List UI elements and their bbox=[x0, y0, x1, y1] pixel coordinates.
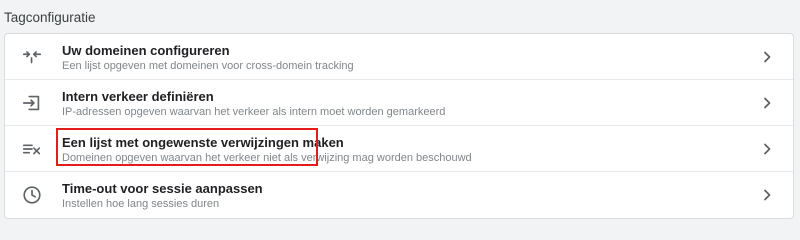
row-description: Domeinen opgeven waarvan het verkeer nie… bbox=[62, 152, 472, 164]
row-title: Intern verkeer definiëren bbox=[62, 89, 214, 104]
row-description: Een lijst opgeven met domeinen voor cros… bbox=[62, 60, 354, 72]
chevron-right-icon[interactable] bbox=[759, 187, 775, 203]
chevron-right-icon[interactable] bbox=[759, 95, 775, 111]
tag-configuration-page: Tagconfiguratie Uw domeinen configureren… bbox=[0, 0, 800, 228]
row-title: Uw domeinen configureren bbox=[62, 43, 230, 58]
row-session-timeout[interactable]: Time-out voor sessie aanpassen Instellen… bbox=[5, 172, 793, 218]
row-define-internal-traffic[interactable]: Intern verkeer definiëren IP-adressen op… bbox=[5, 80, 793, 126]
row-configure-domains[interactable]: Uw domeinen configureren Een lijst opgev… bbox=[5, 34, 793, 80]
row-title: Time-out voor sessie aanpassen bbox=[62, 181, 263, 196]
chevron-right-icon[interactable] bbox=[759, 49, 775, 65]
list-remove-icon bbox=[21, 138, 43, 160]
row-description: IP-adressen opgeven waarvan het verkeer … bbox=[62, 106, 446, 118]
login-arrow-icon bbox=[21, 92, 43, 114]
clock-icon bbox=[21, 184, 43, 206]
chevron-right-icon[interactable] bbox=[759, 141, 775, 157]
row-description: Instellen hoe lang sessies duren bbox=[62, 198, 220, 210]
row-unwanted-referrals[interactable]: Een lijst met ongewenste verwijzingen ma… bbox=[5, 126, 793, 172]
merge-arrows-icon bbox=[21, 46, 43, 68]
section-title: Tagconfiguratie bbox=[4, 10, 96, 25]
row-title: Een lijst met ongewenste verwijzingen ma… bbox=[62, 135, 344, 150]
settings-card: Uw domeinen configureren Een lijst opgev… bbox=[4, 33, 794, 219]
